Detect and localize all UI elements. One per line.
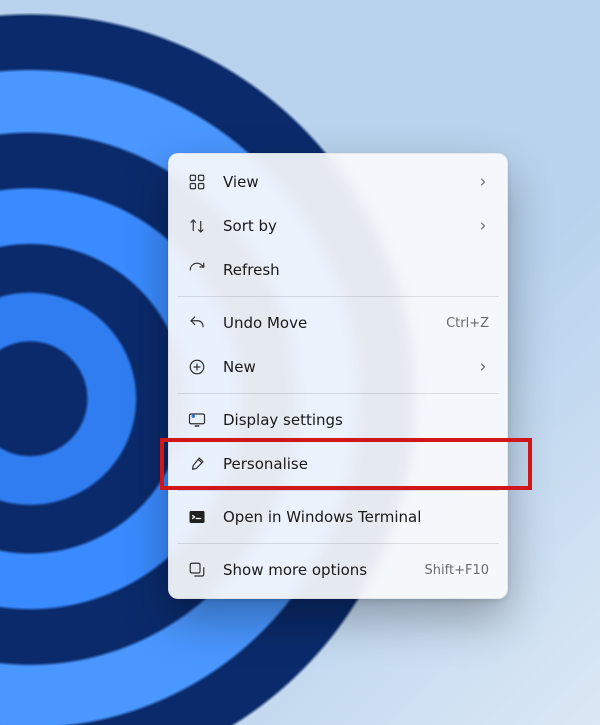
menu-divider: [177, 393, 499, 394]
menu-item-view[interactable]: View: [175, 160, 501, 204]
menu-item-label: Refresh: [223, 261, 489, 279]
menu-item-label: New: [223, 358, 469, 376]
menu-item-label: Personalise: [223, 455, 489, 473]
menu-divider: [177, 296, 499, 297]
menu-item-label: View: [223, 173, 469, 191]
menu-item-display[interactable]: Display settings: [175, 398, 501, 442]
menu-item-personalise[interactable]: Personalise: [175, 442, 501, 486]
menu-item-terminal[interactable]: Open in Windows Terminal: [175, 495, 501, 539]
menu-item-label: Sort by: [223, 217, 469, 235]
menu-item-undo-move[interactable]: Undo Move Ctrl+Z: [175, 301, 501, 345]
menu-item-accelerator: Ctrl+Z: [446, 316, 489, 331]
display-icon: [187, 410, 207, 430]
undo-icon: [187, 313, 207, 333]
menu-divider: [177, 490, 499, 491]
menu-item-sort-by[interactable]: Sort by: [175, 204, 501, 248]
menu-item-more-options[interactable]: Show more options Shift+F10: [175, 548, 501, 592]
terminal-icon: [187, 507, 207, 527]
new-icon: [187, 357, 207, 377]
grid-icon: [187, 172, 207, 192]
menu-item-accelerator: Shift+F10: [425, 563, 489, 578]
menu-item-label: Display settings: [223, 411, 489, 429]
chevron-right-icon: [477, 220, 489, 232]
desktop-context-menu: View Sort by Refresh Undo Move Ctrl+Z New Disp…: [168, 153, 508, 599]
more-icon: [187, 560, 207, 580]
menu-divider: [177, 543, 499, 544]
sort-icon: [187, 216, 207, 236]
menu-item-label: Undo Move: [223, 314, 438, 332]
menu-item-label: Show more options: [223, 561, 417, 579]
chevron-right-icon: [477, 176, 489, 188]
chevron-right-icon: [477, 361, 489, 373]
desktop-wallpaper[interactable]: View Sort by Refresh Undo Move Ctrl+Z New Disp…: [0, 0, 600, 725]
menu-item-label: Open in Windows Terminal: [223, 508, 489, 526]
refresh-icon: [187, 260, 207, 280]
menu-item-new[interactable]: New: [175, 345, 501, 389]
paintbrush-icon: [187, 454, 207, 474]
menu-item-refresh[interactable]: Refresh: [175, 248, 501, 292]
